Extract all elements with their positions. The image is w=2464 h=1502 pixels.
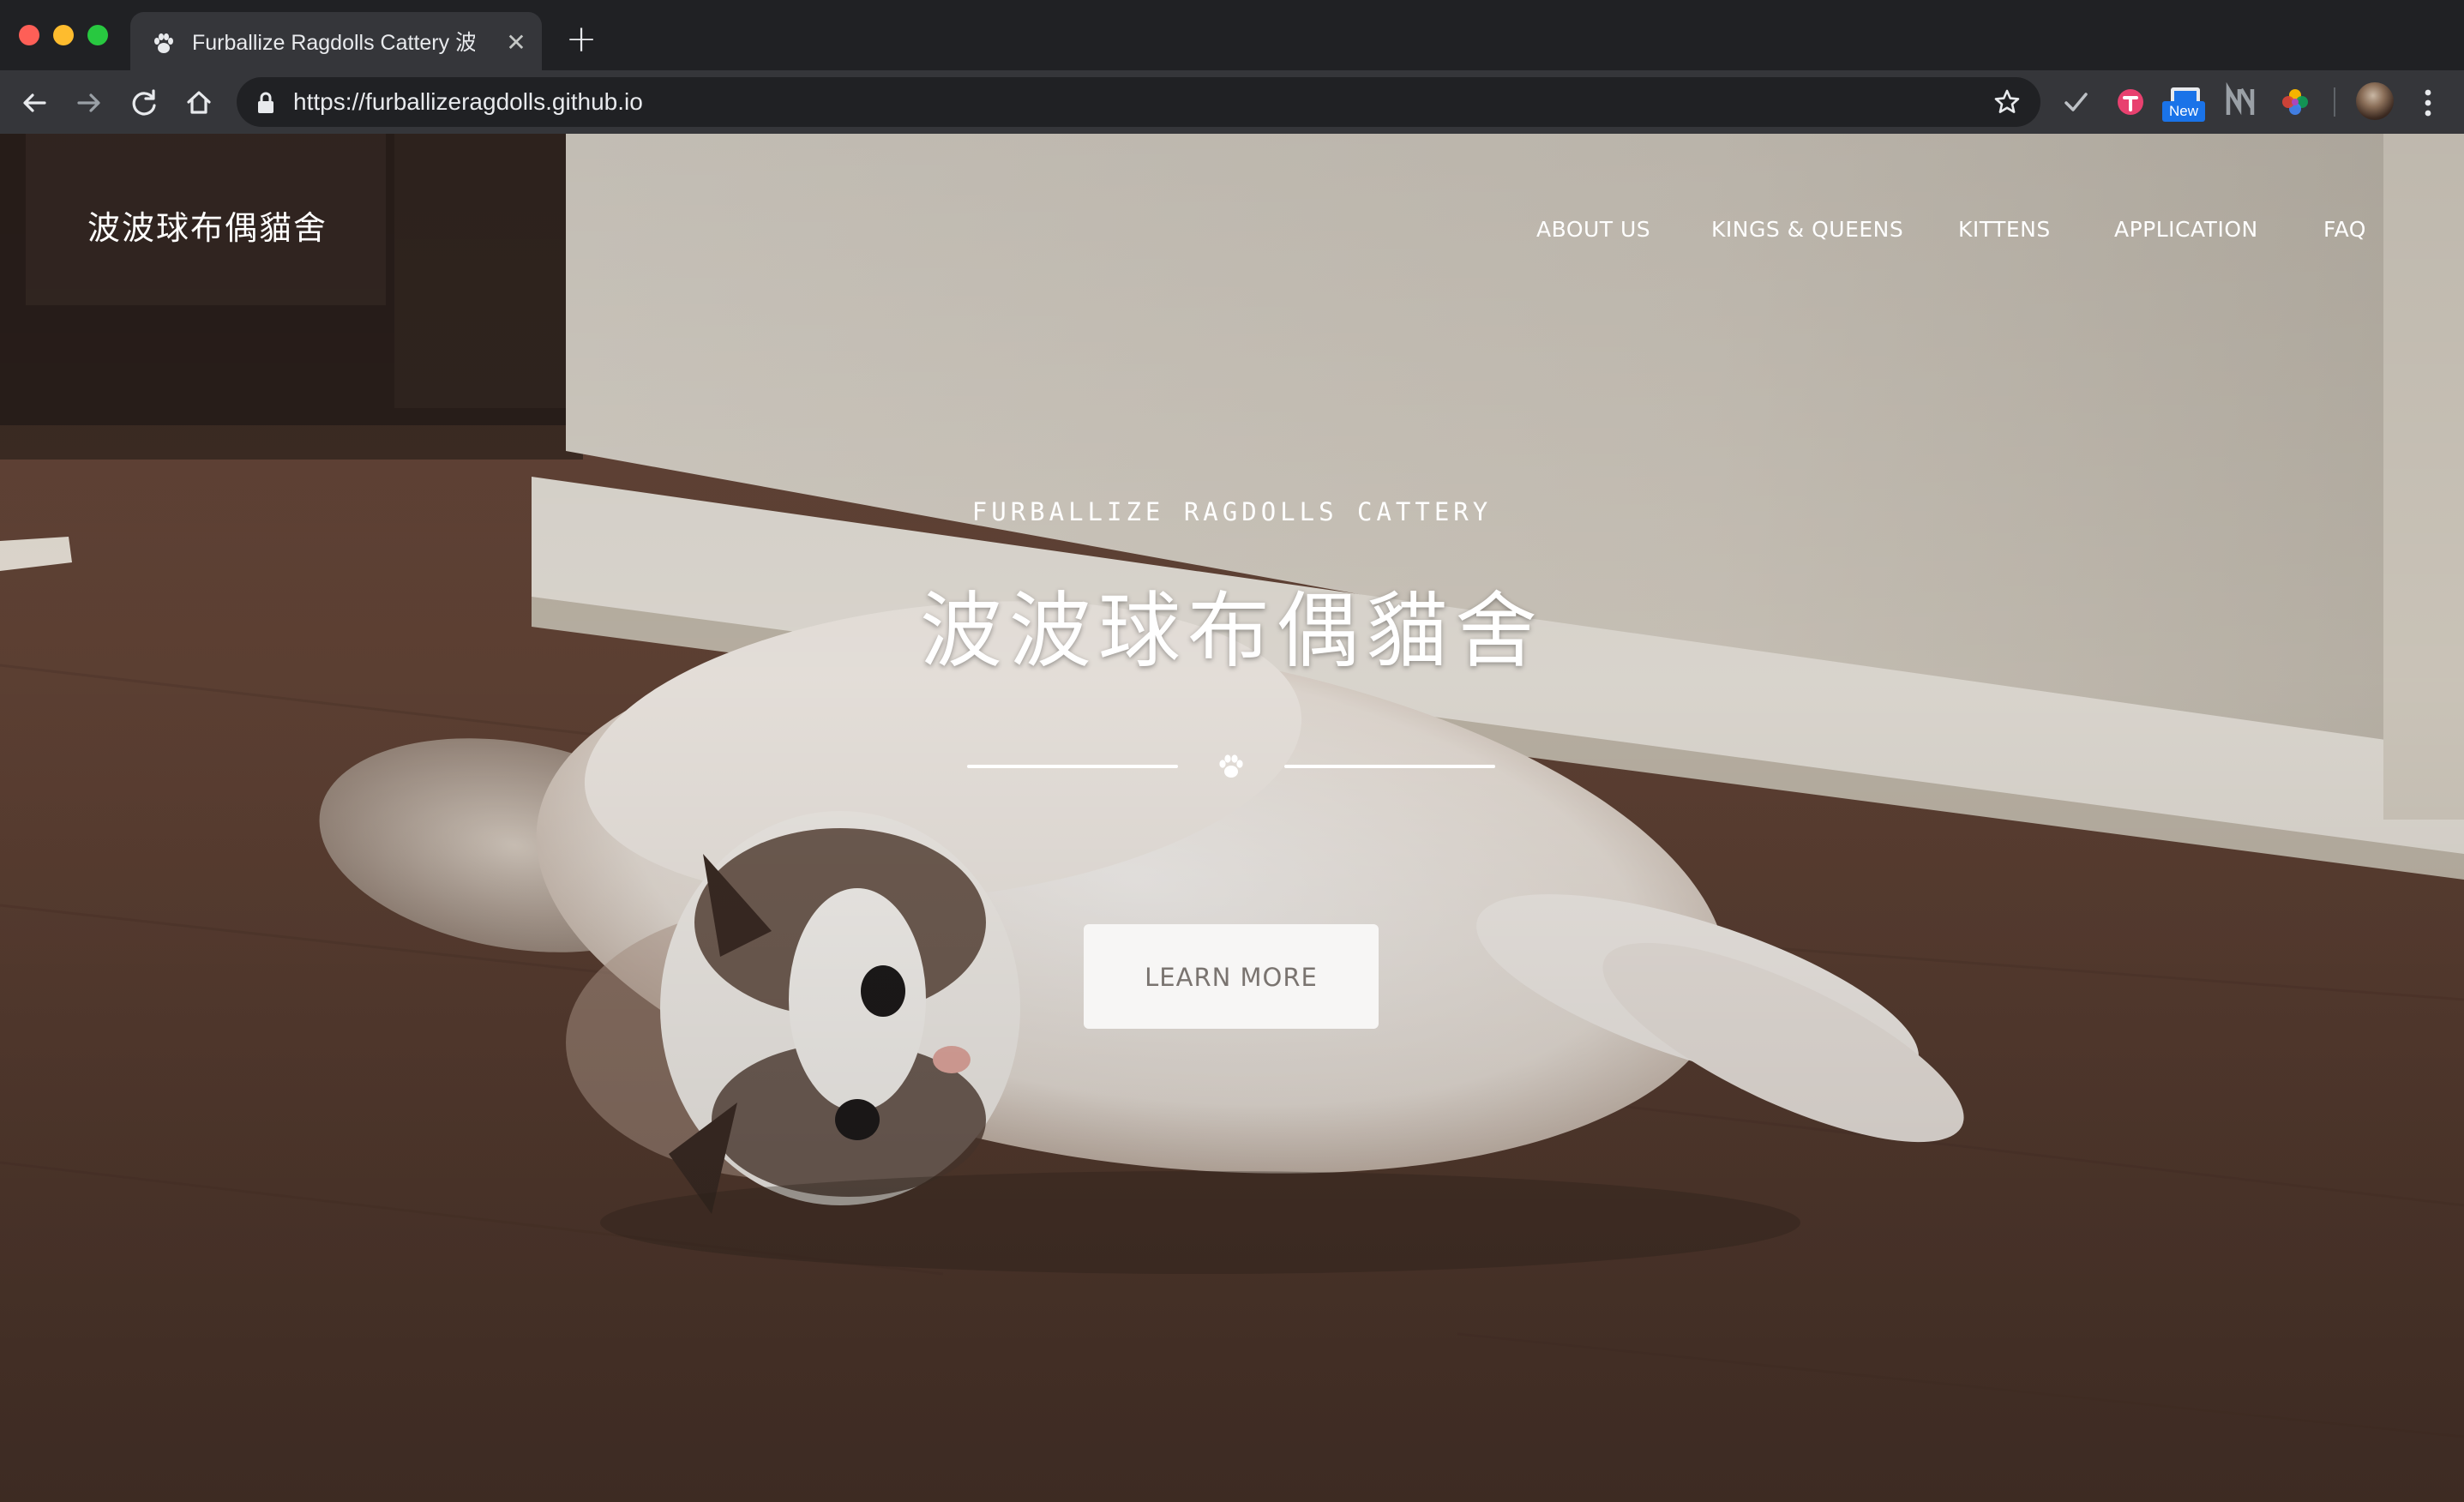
tab-close-icon[interactable]: ✕	[501, 27, 532, 58]
divider-right-line	[1284, 765, 1495, 768]
nav-about-us[interactable]: About Us	[1536, 213, 1650, 247]
color-wheel-extension-icon[interactable]	[2275, 82, 2315, 122]
maximize-window-button[interactable]	[87, 25, 108, 45]
tab-title: Furballize Ragdolls Cattery 波波	[192, 31, 475, 55]
divider-left-line	[967, 765, 1178, 768]
checkmark-extension-icon[interactable]	[2056, 82, 2095, 122]
hero-title: 波波球布偶貓舍	[920, 583, 1544, 679]
minimize-window-button[interactable]	[53, 25, 74, 45]
site-brand[interactable]: 波波球布偶貓舍	[87, 204, 328, 252]
browser-tab[interactable]: Furballize Ragdolls Cattery 波波 ✕	[130, 12, 542, 70]
reload-icon[interactable]	[125, 84, 163, 122]
nav-application[interactable]: Application	[2114, 213, 2258, 247]
lock-icon[interactable]	[255, 92, 276, 114]
hero-subtitle: Furballize Ragdolls Cattery	[971, 497, 1493, 526]
address-bar[interactable]: https://furballizeragdolls.github.io	[237, 77, 2040, 127]
paw-divider-icon	[1219, 754, 1243, 778]
profile-avatar[interactable]	[2356, 82, 2394, 120]
n-extension-icon[interactable]	[2221, 82, 2260, 122]
close-window-button[interactable]	[19, 25, 39, 45]
home-icon[interactable]	[180, 84, 218, 122]
forward-arrow-icon[interactable]	[70, 84, 108, 122]
hero-overlay	[0, 134, 2464, 1502]
nav-faq[interactable]: FAQ	[2323, 213, 2366, 247]
paw-icon	[154, 33, 173, 53]
browser-window: Furballize Ragdolls Cattery 波波 ✕ + https…	[0, 0, 2464, 1502]
browser-toolbar: https://furballizeragdolls.github.io New	[0, 70, 2464, 134]
new-tab-button[interactable]: +	[562, 21, 600, 58]
back-arrow-icon[interactable]	[15, 84, 53, 122]
toolbar-separator	[2334, 87, 2335, 117]
page-viewport: 波波球布偶貓舍 About Us Kings & Queens Kittens …	[0, 134, 2464, 1502]
nav-kings-queens[interactable]: Kings & Queens	[1711, 213, 1903, 247]
pink-extension-icon[interactable]	[2111, 82, 2150, 122]
new-badge: New	[2162, 101, 2205, 122]
nav-kittens[interactable]: Kittens	[1958, 213, 2051, 247]
more-menu-icon[interactable]	[2413, 86, 2443, 120]
learn-more-button[interactable]: Learn More	[1084, 924, 1379, 1029]
tab-strip: Furballize Ragdolls Cattery 波波 ✕ +	[0, 0, 2464, 70]
bookmark-star-icon[interactable]	[1992, 87, 2022, 117]
url-text[interactable]: https://furballizeragdolls.github.io	[293, 86, 643, 118]
